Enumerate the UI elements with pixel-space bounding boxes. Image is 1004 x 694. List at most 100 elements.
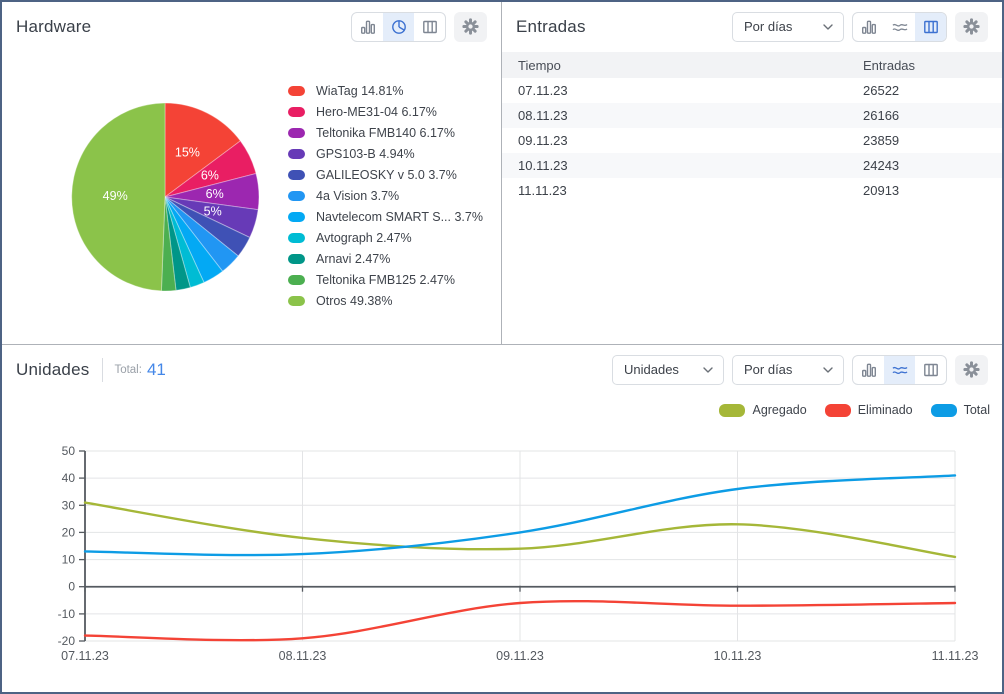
legend-swatch xyxy=(288,253,305,264)
y-axis-label: -10 xyxy=(58,607,76,621)
legend-swatch xyxy=(824,403,851,417)
legend-label: GALILEOSKY v 5.0 3.7% xyxy=(316,167,457,182)
unidades-type-select[interactable]: Unidades xyxy=(612,354,724,385)
legend-swatch xyxy=(288,274,305,285)
unidades-panel-header: Unidades Total: 41 Unidades Por días xyxy=(2,345,1002,391)
unidades-period-select[interactable]: Por días xyxy=(732,354,844,385)
y-axis-label: 20 xyxy=(62,525,76,539)
table-header-row: Tiempo Entradas xyxy=(502,52,1002,78)
entradas-period-select-value: Por días xyxy=(744,19,793,34)
legend-swatch xyxy=(288,106,305,117)
pie-slice-label: 6% xyxy=(206,187,224,201)
unidades-type-select-value: Unidades xyxy=(624,362,679,377)
legend-item[interactable]: 4a Vision 3.7% xyxy=(288,185,483,206)
legend-label: Navtelecom SMART S... 3.7% xyxy=(316,209,483,224)
legend-item[interactable]: Eliminado xyxy=(824,403,913,417)
legend-swatch xyxy=(288,211,305,222)
legend-item[interactable]: Avtograph 2.47% xyxy=(288,227,483,248)
legend-label: Eliminado xyxy=(857,403,913,417)
table-row: 07.11.23 26522 xyxy=(502,78,1002,103)
entradas-panel: Entradas Por días Tiempo Entradas 07.11.… xyxy=(502,2,1002,344)
legend-item[interactable]: Otros 49.38% xyxy=(288,290,483,311)
unidades-panel: Unidades Total: 41 Unidades Por días Agr… xyxy=(2,345,1002,692)
hardware-header-controls xyxy=(351,11,487,42)
unidades-chart-type-switcher xyxy=(852,354,947,385)
table-icon[interactable] xyxy=(915,356,946,384)
hardware-pie-chart[interactable]: 15%6%6%5%49% xyxy=(58,90,272,304)
gear-icon[interactable] xyxy=(955,11,988,42)
legend-swatch xyxy=(930,403,957,417)
legend-swatch xyxy=(288,295,305,306)
table-row: 11.11.23 20913 xyxy=(502,178,1002,203)
unidades-legend: Agregado Eliminado Total xyxy=(719,403,990,417)
x-axis-label: 07.11.23 xyxy=(61,649,109,663)
pie-chart-icon[interactable] xyxy=(383,12,414,41)
column-header-entradas: Entradas xyxy=(847,52,1002,78)
table-cell: 09.11.23 xyxy=(518,133,568,148)
hardware-legend: WiaTag 14.81% Hero-ME31-04 6.17% Teltonika… xyxy=(288,80,483,311)
legend-swatch xyxy=(288,190,305,201)
unidades-line-chart[interactable]: 50 40 30 20 10 0 -10 -2007.11.23 08.11.23 09.11.2… xyxy=(2,430,1002,684)
entradas-period-select[interactable]: Por días xyxy=(732,11,844,42)
dashboard: Hardware 15% 6% 6% 5% 49% WiaTag 14.81% Hero-… xyxy=(0,0,1004,694)
legend-label: GPS103-B 4.94% xyxy=(316,146,415,161)
total-label: Total: xyxy=(114,363,142,376)
bar-chart-icon[interactable] xyxy=(853,13,884,41)
x-axis-label: 10.11.23 xyxy=(714,649,762,663)
legend-item[interactable]: WiaTag 14.81% xyxy=(288,80,483,101)
hardware-panel-header: Hardware xyxy=(2,2,501,48)
y-axis-label: -20 xyxy=(58,634,76,648)
legend-item[interactable]: Teltonika FMB125 2.47% xyxy=(288,269,483,290)
y-axis-label: 0 xyxy=(68,580,75,594)
legend-swatch xyxy=(288,232,305,243)
title-divider xyxy=(102,357,104,382)
legend-swatch xyxy=(288,127,305,138)
gear-icon[interactable] xyxy=(955,354,988,385)
chevron-down-icon xyxy=(823,366,833,373)
legend-label: Hero-ME31-04 6.17% xyxy=(316,104,437,119)
table-icon[interactable] xyxy=(915,12,946,41)
legend-item[interactable]: Hero-ME31-04 6.17% xyxy=(288,101,483,122)
pie-slice-label: 15% xyxy=(175,146,200,160)
legend-swatch xyxy=(288,169,305,180)
table-cell: 11.11.23 xyxy=(518,183,567,198)
unidades-header-controls: Unidades Por días xyxy=(612,354,988,385)
legend-item[interactable]: GPS103-B 4.94% xyxy=(288,143,483,164)
table-cell: 20913 xyxy=(863,183,900,198)
line-chart-icon[interactable] xyxy=(884,13,915,41)
legend-swatch xyxy=(288,85,305,96)
gear-icon[interactable] xyxy=(454,11,487,42)
entradas-header-controls: Por días xyxy=(732,11,988,42)
unidades-period-select-value: Por días xyxy=(744,362,793,377)
entradas-chart-type-switcher xyxy=(852,11,947,42)
total-value: 41 xyxy=(146,359,166,379)
y-axis-label: 10 xyxy=(62,553,76,567)
table-cell: 07.11.23 xyxy=(518,83,568,98)
table-cell: 23859 xyxy=(863,133,900,148)
legend-item[interactable]: Arnavi 2.47% xyxy=(288,248,483,269)
legend-label: Total xyxy=(963,403,990,417)
table-cell: 10.11.23 xyxy=(518,158,568,173)
x-axis-label: 11.11.23 xyxy=(932,649,979,663)
chevron-down-icon xyxy=(823,23,833,30)
legend-label: Teltonika FMB125 2.47% xyxy=(316,272,455,287)
entradas-panel-header: Entradas Por días xyxy=(502,2,1002,48)
unidades-panel-title: Unidades xyxy=(16,359,90,379)
x-axis-label: 09.11.23 xyxy=(496,649,544,663)
legend-label: WiaTag 14.81% xyxy=(316,83,404,98)
legend-item[interactable]: Navtelecom SMART S... 3.7% xyxy=(288,206,483,227)
table-cell: 26522 xyxy=(863,83,900,98)
line-chart-icon[interactable] xyxy=(884,355,915,384)
legend-item[interactable]: Total xyxy=(930,403,990,417)
pie-slice-label: 5% xyxy=(204,204,222,218)
y-axis-label: 30 xyxy=(62,498,76,512)
legend-item[interactable]: Agregado xyxy=(719,403,807,417)
column-header-tiempo: Tiempo xyxy=(502,52,847,78)
legend-item[interactable]: Teltonika FMB140 6.17% xyxy=(288,122,483,143)
table-icon[interactable] xyxy=(414,13,445,41)
bar-chart-icon[interactable] xyxy=(352,13,383,41)
legend-item[interactable]: GALILEOSKY v 5.0 3.7% xyxy=(288,164,483,185)
hardware-panel: Hardware 15% 6% 6% 5% 49% WiaTag 14.81% Hero-… xyxy=(2,2,502,344)
entradas-table-body: 07.11.23 26522 08.11.23 26166 09.11.23 23859 1… xyxy=(502,78,1002,203)
bar-chart-icon[interactable] xyxy=(853,356,884,384)
